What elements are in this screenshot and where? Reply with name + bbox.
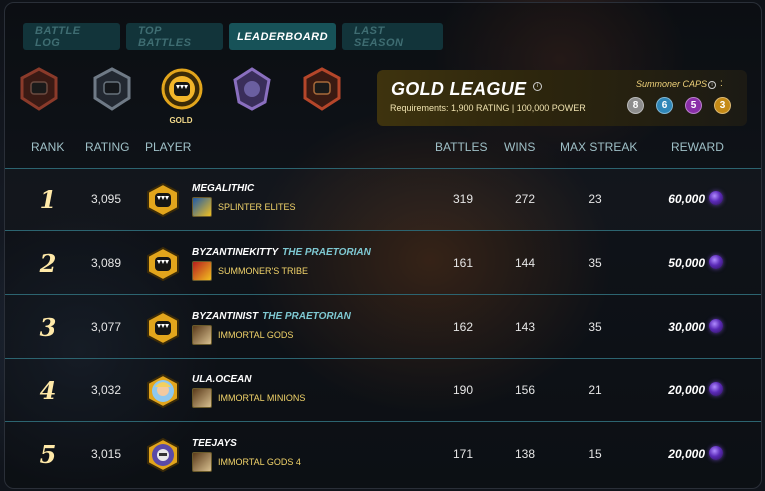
gold-league-avatar-icon[interactable]: [145, 182, 181, 218]
player-name[interactable]: TEEJAYS: [192, 438, 237, 449]
player-title: THE PRAETORIAN: [262, 311, 351, 322]
selected-league-label: GOLD: [169, 116, 193, 125]
dec-token-icon: [709, 191, 723, 205]
rank: 5: [39, 440, 57, 469]
player-name[interactable]: BYZANTINEKITTY THE PRAETORIAN: [192, 247, 371, 258]
wins: 138: [514, 447, 536, 461]
reward: 20,000: [668, 383, 705, 397]
rank: 4: [39, 376, 57, 405]
max-streak: 21: [588, 383, 602, 397]
caps-colon: :: [720, 78, 723, 89]
battles: 319: [452, 192, 474, 206]
max-streak: 35: [588, 256, 602, 270]
battles: 190: [452, 383, 474, 397]
info-icon[interactable]: i: [533, 82, 542, 91]
rank: 1: [39, 185, 57, 214]
guild-crest-icon: [192, 261, 212, 281]
reward: 50,000: [668, 256, 705, 270]
summoner-caps-label: Summoner CAPS: [636, 79, 708, 89]
summoner-caps: 8 6 5 3: [627, 97, 731, 114]
battles: 162: [452, 320, 474, 334]
custom-avatar-icon[interactable]: [145, 437, 181, 473]
guild-name[interactable]: IMMORTAL GODS 4: [218, 457, 301, 467]
header-rank: RANK: [31, 140, 65, 154]
rating: 3,089: [91, 256, 122, 270]
reward: 60,000: [668, 192, 705, 206]
cap-epic: 5: [685, 97, 702, 114]
gold-league-badge-icon[interactable]: [161, 66, 203, 112]
wins: 156: [514, 383, 536, 397]
rating: 3,015: [91, 447, 122, 461]
dec-token-icon: [709, 446, 723, 460]
header-max-streak: MAX STREAK: [560, 140, 638, 154]
battles: 171: [452, 447, 474, 461]
bronze-league-badge-icon[interactable]: [18, 66, 60, 112]
rating: 3,032: [91, 383, 122, 397]
battles: 161: [452, 256, 474, 270]
dec-token-icon: [709, 382, 723, 396]
tab-top-battles[interactable]: Top Battles: [126, 23, 223, 50]
table-row[interactable]: 5 3,015 TEEJAYS IMMORTAL GODS 4 171 138 …: [5, 423, 761, 486]
guild-crest-icon: [192, 197, 212, 217]
player-name[interactable]: MEGALITHIC: [192, 183, 254, 194]
diamond-league-badge-icon[interactable]: [231, 66, 273, 112]
header-battles: BATTLES: [435, 140, 488, 154]
dec-token-icon: [709, 255, 723, 269]
rank: 3: [39, 313, 57, 342]
max-streak: 23: [588, 192, 602, 206]
gold-league-avatar-icon[interactable]: [145, 310, 181, 346]
league-info-panel: GOLD LEAGUE i Requirements: 1,900 RATING…: [377, 70, 747, 126]
header-player: PLAYER: [145, 140, 192, 154]
rank: 2: [39, 249, 57, 278]
guild-crest-icon: [192, 325, 212, 345]
max-streak: 15: [588, 447, 602, 461]
wins: 144: [514, 256, 536, 270]
custom-avatar-icon[interactable]: [145, 373, 181, 409]
guild-name[interactable]: IMMORTAL MINIONS: [218, 393, 305, 403]
dec-token-icon: [709, 319, 723, 333]
guild-name[interactable]: IMMORTAL GODS: [218, 330, 293, 340]
rating: 3,077: [91, 320, 122, 334]
header-rating: RATING: [85, 140, 130, 154]
player-name[interactable]: ULA.OCEAN: [192, 374, 251, 385]
reward: 30,000: [668, 320, 705, 334]
table-row[interactable]: 4 3,032 ULA.OCEAN IMMORTAL MINIONS 190 1…: [5, 359, 761, 422]
wins: 272: [514, 192, 536, 206]
tab-battle-log[interactable]: Battle Log: [23, 23, 120, 50]
header-reward: REWARD: [671, 140, 724, 154]
cap-common: 8: [627, 97, 644, 114]
silver-league-badge-icon[interactable]: [91, 66, 133, 112]
tab-bar: Battle Log Top Battles Leaderboard Last …: [23, 23, 443, 50]
caps-info-icon[interactable]: i: [708, 81, 716, 89]
tab-last-season[interactable]: Last Season: [342, 23, 443, 50]
table-row[interactable]: 1 3,095 MEGALITHIC SPLINTER ELITES 319 2…: [5, 168, 761, 231]
guild-name[interactable]: SPLINTER ELITES: [218, 202, 296, 212]
table-row[interactable]: 2 3,089 BYZANTINEKITTY THE PRAETORIAN SUM…: [5, 232, 761, 295]
player-name[interactable]: BYZANTINIST THE PRAETORIAN: [192, 311, 351, 322]
tab-leaderboard[interactable]: Leaderboard: [229, 23, 336, 50]
wins: 143: [514, 320, 536, 334]
champion-league-badge-icon[interactable]: [301, 66, 343, 112]
max-streak: 35: [588, 320, 602, 334]
header-wins: WINS: [504, 140, 536, 154]
cap-rare: 6: [656, 97, 673, 114]
rating: 3,095: [91, 192, 122, 206]
guild-crest-icon: [192, 452, 212, 472]
guild-crest-icon: [192, 388, 212, 408]
reward: 20,000: [668, 447, 705, 461]
league-title: GOLD LEAGUE: [391, 79, 527, 99]
guild-name[interactable]: SUMMONER'S TRIBE: [218, 266, 308, 276]
player-title: THE PRAETORIAN: [282, 247, 371, 258]
cap-legendary: 3: [714, 97, 731, 114]
gold-league-avatar-icon[interactable]: [145, 246, 181, 282]
league-requirements: Requirements: 1,900 RATING | 100,000 POW…: [390, 103, 586, 113]
table-row[interactable]: 3 3,077 BYZANTINIST THE PRAETORIAN IMMORT…: [5, 296, 761, 359]
